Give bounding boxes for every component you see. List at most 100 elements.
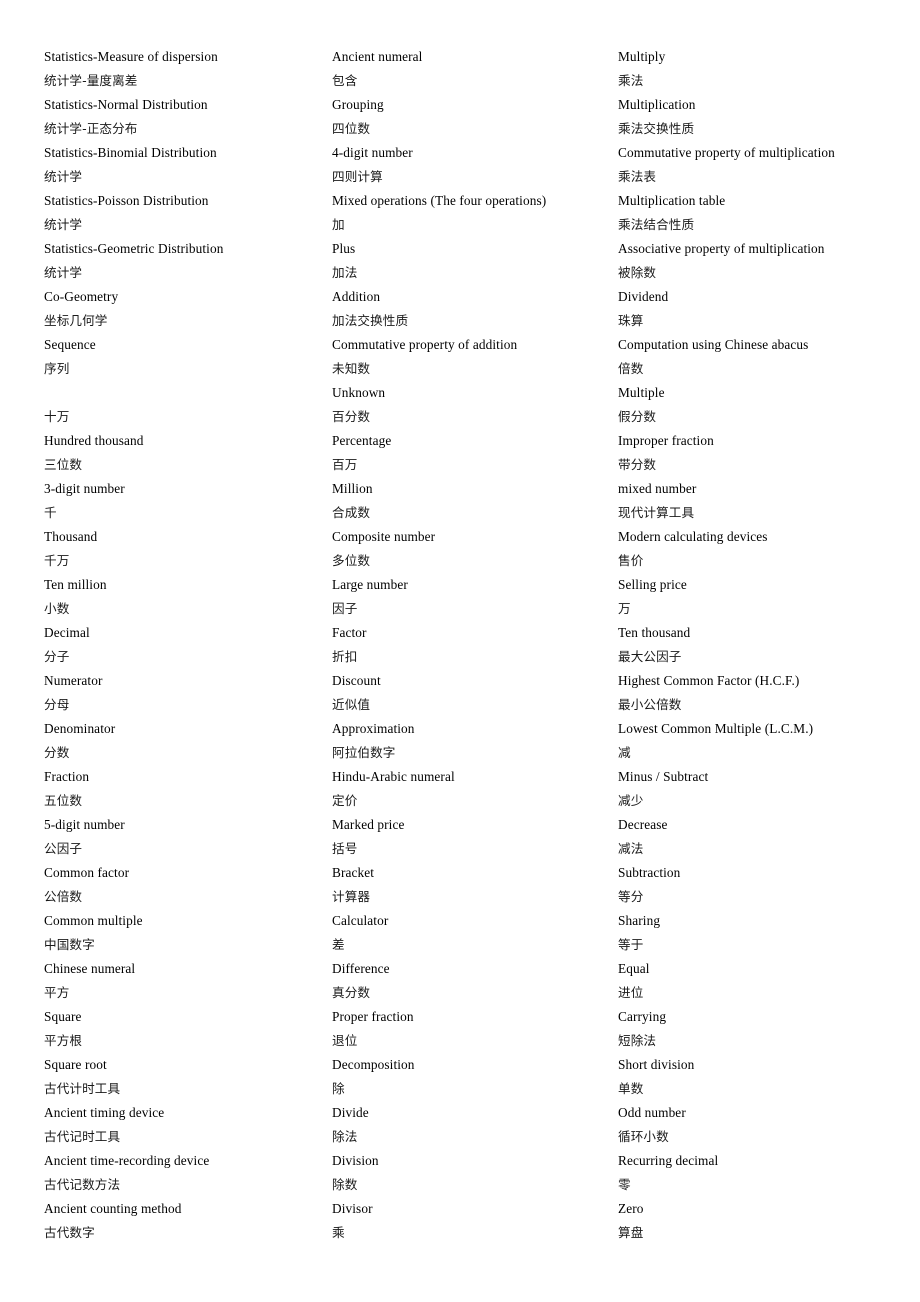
term-chinese: 百分数: [332, 409, 371, 424]
term-chinese: 乘法交换性质: [618, 121, 695, 136]
term-chinese: 公因子: [44, 841, 83, 856]
term-chinese: 乘: [332, 1225, 345, 1240]
term-english: Unknown: [332, 385, 386, 400]
term-english: 4-digit number: [332, 145, 413, 160]
term-chinese: 等分: [618, 889, 644, 904]
term-english: Ancient timing device: [44, 1105, 165, 1120]
term-chinese: 百万: [332, 457, 358, 472]
term-english: Grouping: [332, 97, 384, 112]
term-english: Addition: [332, 289, 381, 304]
term-chinese: 加法: [332, 265, 358, 280]
term-english: Statistics-Binomial Distribution: [44, 145, 217, 160]
term-chinese: 分子: [44, 649, 70, 664]
term-english: Odd number: [618, 1105, 686, 1120]
term-chinese: 中国数字: [44, 937, 95, 952]
term-english: Discount: [332, 673, 381, 688]
term-english: Approximation: [332, 721, 415, 736]
term-chinese: 减少: [618, 793, 644, 808]
term-english: Ancient counting method: [44, 1201, 182, 1216]
term-chinese: 加法交换性质: [332, 313, 409, 328]
term-chinese: 假分数: [618, 409, 657, 424]
term-chinese: 减法: [618, 841, 644, 856]
term-english: Percentage: [332, 433, 392, 448]
term-english: Denominator: [44, 721, 116, 736]
term-chinese: 统计学: [44, 169, 83, 184]
term-english: mixed number: [618, 481, 697, 496]
term-chinese: 算盘: [618, 1225, 644, 1240]
term-english: Plus: [332, 241, 356, 256]
term-english: Dividend: [618, 289, 669, 304]
term-chinese: 阿拉伯数字: [332, 745, 396, 760]
term-english: Statistics-Geometric Distribution: [44, 241, 224, 256]
term-chinese: 真分数: [332, 985, 371, 1000]
term-english: Composite number: [332, 529, 436, 544]
term-english: Improper fraction: [618, 433, 714, 448]
term-chinese: 进位: [618, 985, 644, 1000]
term-chinese: 括号: [332, 841, 358, 856]
term-english: 5-digit number: [44, 817, 125, 832]
term-chinese: 三位数: [44, 457, 83, 472]
term-chinese: 统计学-正态分布: [44, 121, 138, 136]
term-english: Co-Geometry: [44, 289, 119, 304]
term-chinese: 现代计算工具: [618, 505, 695, 520]
term-chinese: 多位数: [332, 553, 371, 568]
term-english: Multiply: [618, 49, 666, 64]
term-chinese: 单数: [618, 1081, 644, 1096]
term-english: Recurring decimal: [618, 1153, 719, 1168]
term-chinese: 差: [332, 937, 345, 952]
term-english: Chinese numeral: [44, 961, 136, 976]
term-chinese: 珠算: [618, 313, 644, 328]
term-chinese: 公倍数: [44, 889, 83, 904]
term-chinese: 折扣: [332, 649, 358, 664]
term-english: Common multiple: [44, 913, 143, 928]
term-chinese: 除法: [332, 1129, 358, 1144]
term-english: Multiplication table: [618, 193, 726, 208]
term-english: Divisor: [332, 1201, 373, 1216]
term-chinese: 因子: [332, 601, 358, 616]
term-english: Proper fraction: [332, 1009, 414, 1024]
glossary-column-1: Statistics-Measure of dispersion 统计学-量度离差…: [44, 45, 223, 1245]
term-chinese: 乘法表: [618, 169, 657, 184]
term-english: Ancient time-recording device: [44, 1153, 210, 1168]
term-english: Modern calculating devices: [618, 529, 768, 544]
term-english: Associative property of multiplication: [618, 241, 825, 256]
term-english: Computation using Chinese abacus: [618, 337, 809, 352]
term-chinese: 千万: [44, 553, 70, 568]
term-english: Zero: [618, 1201, 644, 1216]
term-english: Ten million: [44, 577, 107, 592]
term-english: Equal: [618, 961, 650, 976]
term-chinese: 坐标几何学: [44, 313, 108, 328]
term-english: Carrying: [618, 1009, 667, 1024]
term-english: Statistics-Poisson Distribution: [44, 193, 209, 208]
glossary-page: Statistics-Measure of dispersion 统计学-量度离差…: [0, 0, 920, 1302]
term-chinese: 除: [332, 1081, 345, 1096]
term-chinese: 古代计时工具: [44, 1081, 121, 1096]
glossary-column-2: Ancient numeral 包含 Grouping 四位数 4-digit numb…: [332, 45, 546, 1245]
term-chinese: 五位数: [44, 793, 83, 808]
term-english: Marked price: [332, 817, 405, 832]
term-chinese: 售价: [618, 553, 644, 568]
term-chinese: 序列: [44, 361, 70, 376]
term-english: Sharing: [618, 913, 661, 928]
term-english: Difference: [332, 961, 390, 976]
term-chinese: 未知数: [332, 361, 371, 376]
glossary-column-3: Multiply 乘法 Multiplication 乘法交换性质 Commutativ…: [618, 45, 835, 1245]
term-chinese: 四则计算: [332, 169, 383, 184]
term-english: Subtraction: [618, 865, 681, 880]
term-english: Large number: [332, 577, 408, 592]
term-english: Multiple: [618, 385, 665, 400]
term-english: Divide: [332, 1105, 369, 1120]
term-chinese: 合成数: [332, 505, 371, 520]
term-english: Ancient numeral: [332, 49, 423, 64]
term-chinese: 古代数字: [44, 1225, 95, 1240]
term-chinese: 定价: [332, 793, 358, 808]
term-english: Factor: [332, 625, 367, 640]
term-chinese: 古代记数方法: [44, 1177, 121, 1192]
term-english: Thousand: [44, 529, 98, 544]
term-english: Short division: [618, 1057, 695, 1072]
term-chinese: 平方: [44, 985, 70, 1000]
term-english: Minus / Subtract: [618, 769, 709, 784]
term-chinese: 除数: [332, 1177, 358, 1192]
term-chinese: 千: [44, 505, 57, 520]
term-chinese: 最小公倍数: [618, 697, 682, 712]
